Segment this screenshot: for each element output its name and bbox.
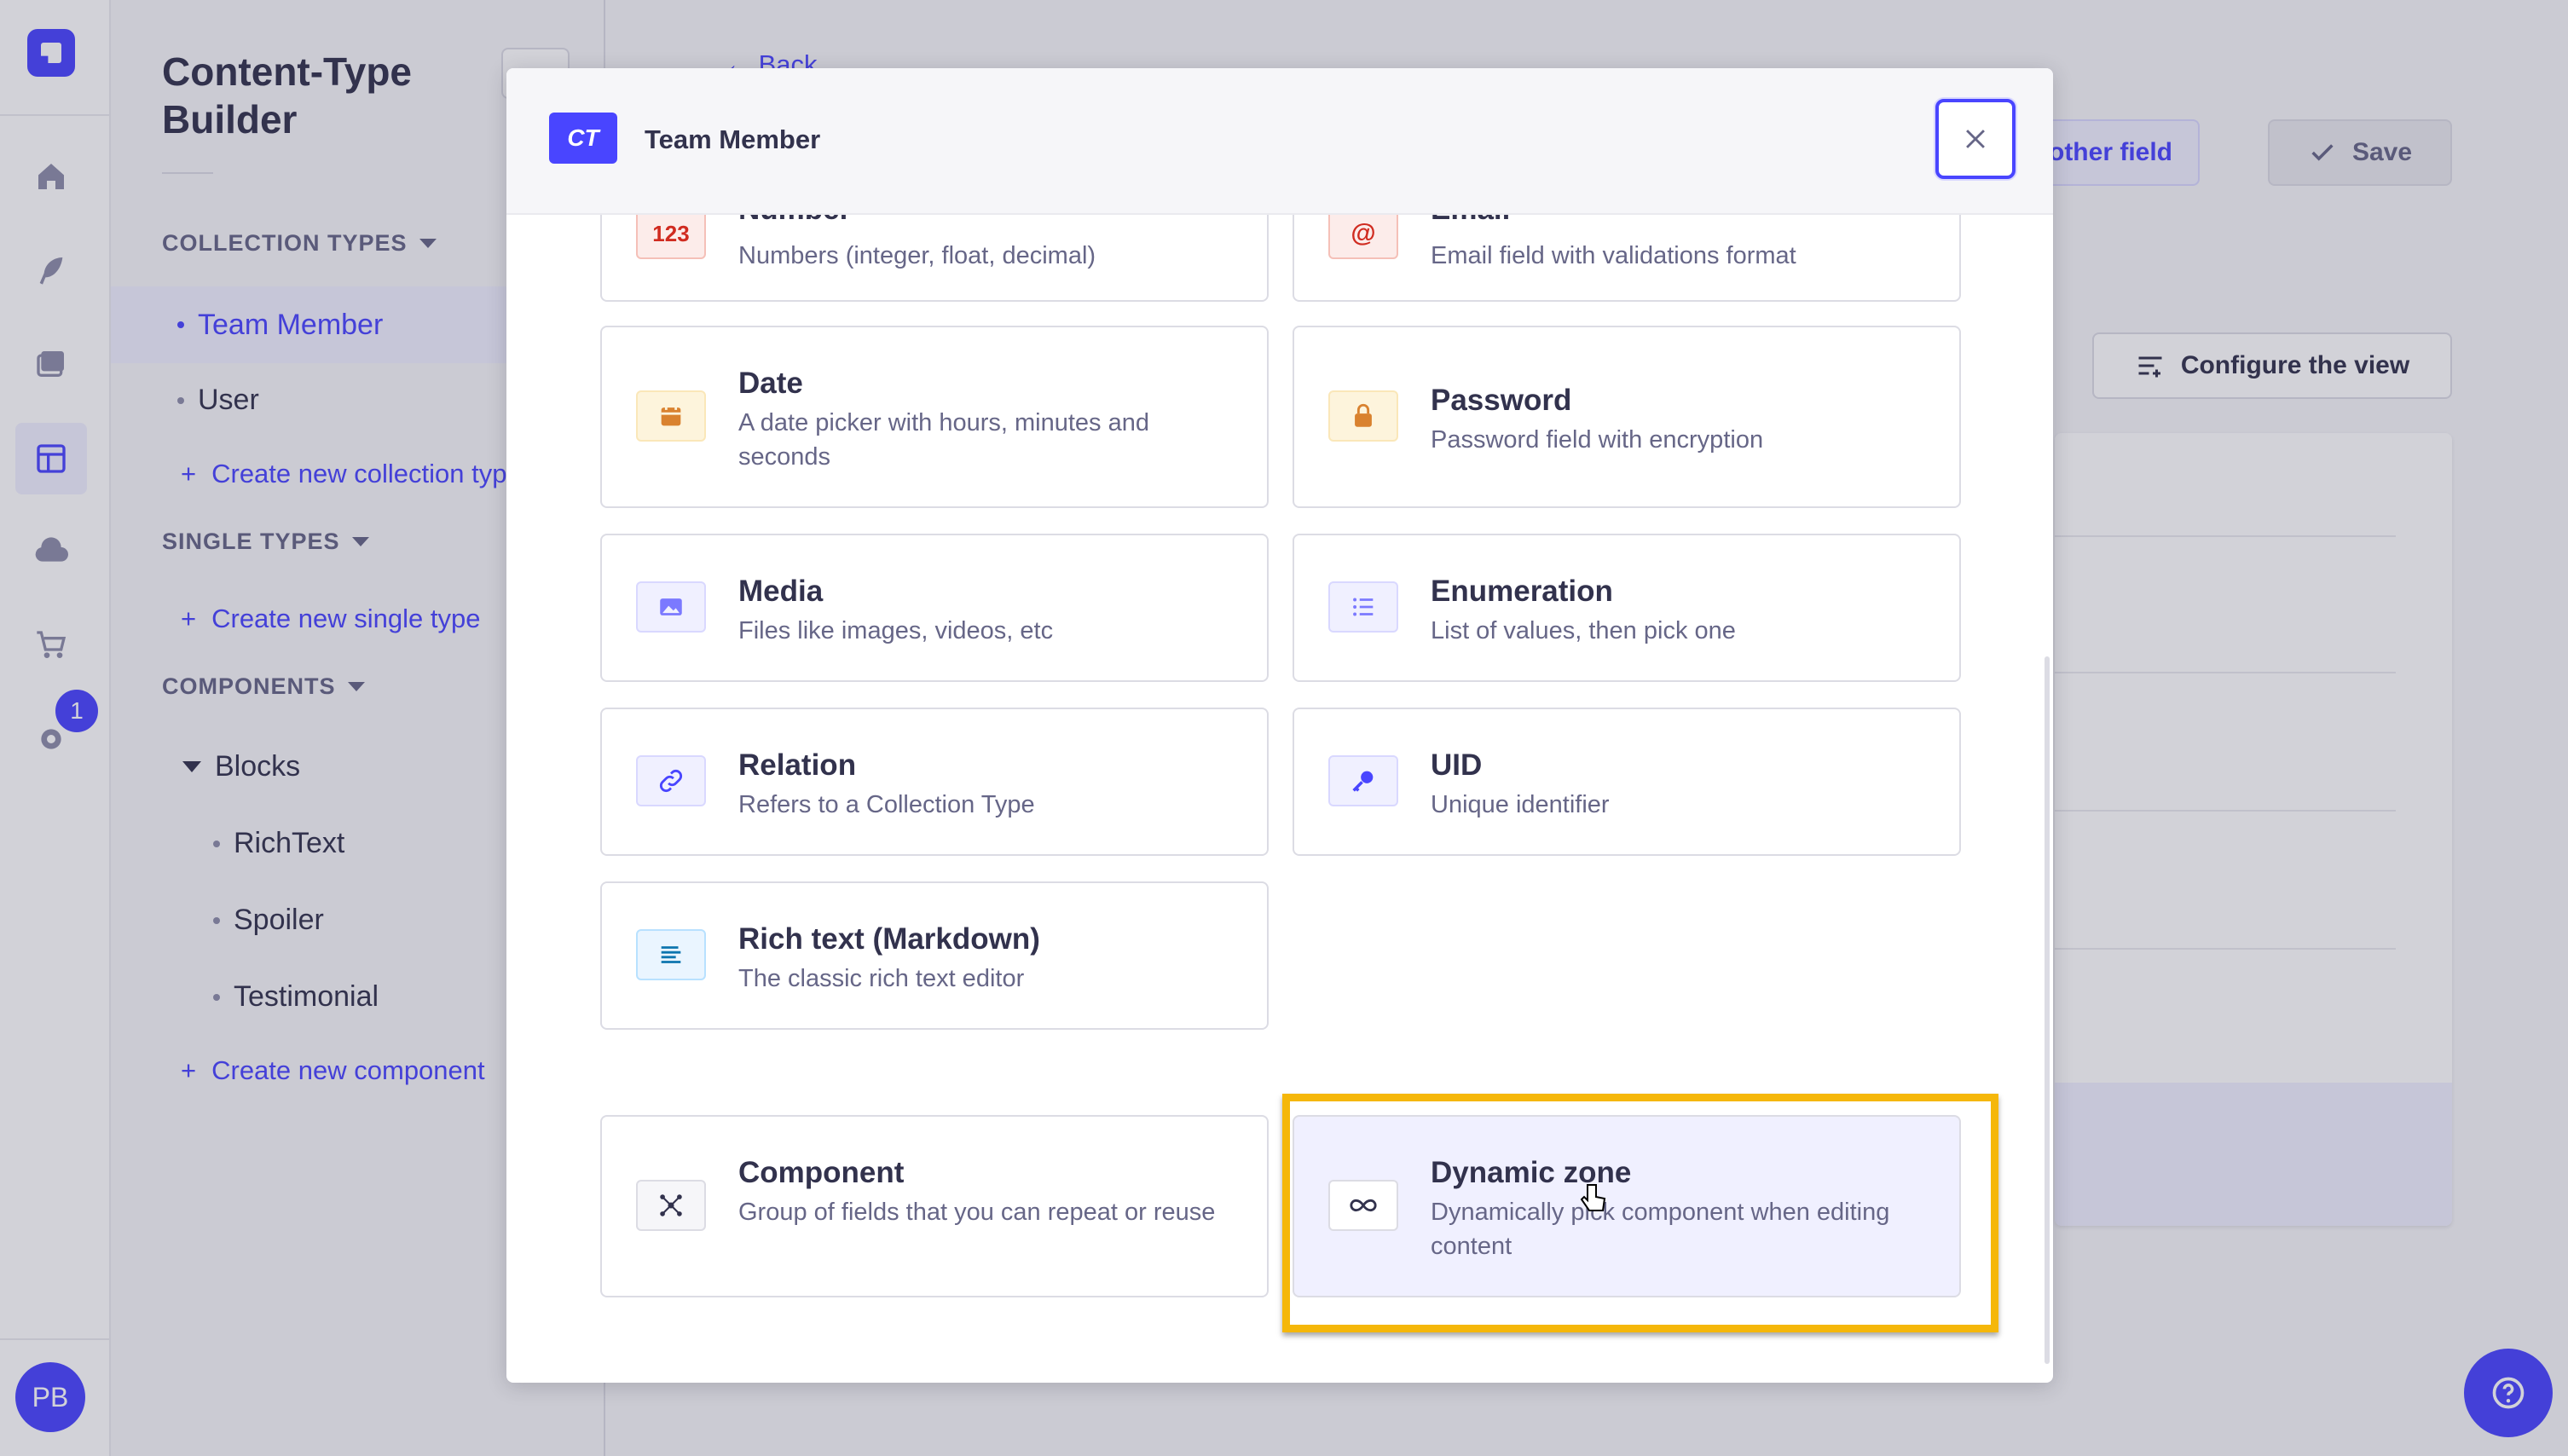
modal-header: CT Team Member xyxy=(506,68,2053,215)
field-type-title: Password xyxy=(1431,384,1572,417)
field-type-title: Media xyxy=(738,575,824,608)
image-icon xyxy=(636,581,706,633)
field-type-uid[interactable]: UID Unique identifier xyxy=(1293,708,1961,856)
close-button[interactable] xyxy=(1935,99,2016,179)
field-type-password[interactable]: Password Password field with encryption xyxy=(1293,326,1961,508)
number-icon: 123 xyxy=(636,208,706,259)
text-align-icon xyxy=(636,929,706,980)
lock-icon xyxy=(1328,390,1398,442)
hand-cursor-icon xyxy=(1580,1184,1606,1211)
close-icon xyxy=(1966,130,1985,148)
key-icon xyxy=(1328,755,1398,806)
field-type-description: A date picker with hours, minutes and se… xyxy=(738,409,1149,471)
field-type-description: Email field with validations format xyxy=(1431,242,1796,269)
at-icon: @ xyxy=(1328,208,1398,259)
field-type-description: List of values, then pick one xyxy=(1431,617,1736,644)
modal-scrollbar[interactable] xyxy=(2045,656,2050,1364)
field-type-component[interactable]: Component Group of fields that you can r… xyxy=(600,1115,1269,1297)
field-type-description: Unique identifier xyxy=(1431,791,1610,818)
select-field-modal: CT Team Member 123 Number Numbers (integ… xyxy=(506,68,2053,1383)
content-type-badge: CT xyxy=(549,113,617,164)
field-type-title: Rich text (Markdown) xyxy=(738,922,1040,956)
field-type-description: Refers to a Collection Type xyxy=(738,791,1035,818)
field-type-date[interactable]: Date A date picker with hours, minutes a… xyxy=(600,326,1269,508)
field-type-description: Dynamically pick component when editing … xyxy=(1431,1199,1890,1260)
modal-title: Team Member xyxy=(645,124,821,154)
field-type-title: UID xyxy=(1431,748,1483,782)
link-icon xyxy=(636,755,706,806)
field-type-title: Component xyxy=(738,1156,905,1189)
field-type-title: Relation xyxy=(738,748,857,782)
field-type-rich-text[interactable]: Rich text (Markdown) The classic rich te… xyxy=(600,881,1269,1030)
infinity-icon xyxy=(1328,1180,1398,1231)
number-icon-text: 123 xyxy=(652,220,690,246)
field-type-description: Password field with encryption xyxy=(1431,426,1764,454)
field-type-dynamic-zone[interactable]: Dynamic zone Dynamically pick component … xyxy=(1293,1115,1961,1297)
field-type-description: Numbers (integer, float, decimal) xyxy=(738,242,1096,269)
field-type-title: Date xyxy=(738,367,803,400)
list-icon xyxy=(1328,581,1398,633)
field-type-relation[interactable]: Relation Refers to a Collection Type xyxy=(600,708,1269,856)
component-icon xyxy=(636,1180,706,1231)
calendar-icon xyxy=(636,390,706,442)
field-type-media[interactable]: Media Files like images, videos, etc xyxy=(600,534,1269,682)
field-type-description: Group of fields that you can repeat or r… xyxy=(738,1199,1216,1226)
field-type-description: Files like images, videos, etc xyxy=(738,617,1054,644)
field-type-description: The classic rich text editor xyxy=(738,965,1025,992)
field-type-title: Enumeration xyxy=(1431,575,1613,608)
field-type-enumeration[interactable]: Enumeration List of values, then pick on… xyxy=(1293,534,1961,682)
